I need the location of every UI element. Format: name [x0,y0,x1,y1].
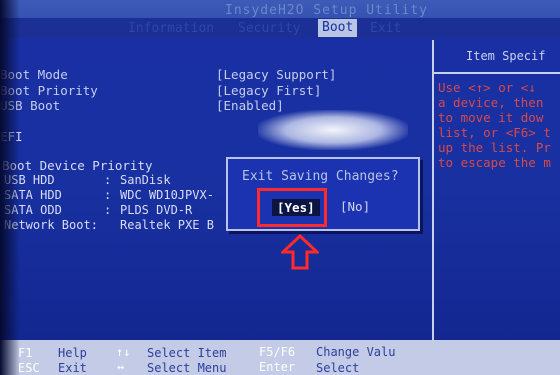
boot-priority-label: Boot Priority [0,83,98,98]
boot-priority-value[interactable]: [Legacy First] [216,83,321,98]
help-line-3: to move it dow [438,110,544,125]
key-esc-desc: Exit [58,361,87,375]
dialog-title: Exit Saving Changes? [242,169,399,184]
tab-information[interactable]: Information [128,21,214,36]
no-button[interactable]: [No] [340,199,370,214]
help-line-4: list, or <F6> t [438,125,551,140]
device-usb-hdd-value[interactable]: SanDisk [120,173,171,187]
help-line-2: a device, then [438,95,544,110]
key-enter: Enter [259,360,296,374]
device-sata-odd-value[interactable]: PLDS DVD-R [120,203,192,217]
tab-exit[interactable]: Exit [370,21,401,36]
key-esc: ESC [18,361,40,375]
key-f5-f6-desc: Change Valu [316,345,396,359]
device-sata-hdd-value[interactable]: WDC WD10JPVX- [120,188,214,202]
usb-boot-label: USB Boot [0,98,61,113]
annotation-arrow-up-icon [281,234,319,270]
item-help-panel: Item Specif Use <↑> or <↓ a device, then… [434,40,560,340]
bios-screen: InsydeH2O Setup Utility Information Secu… [0,0,560,375]
tab-security[interactable]: Security [238,21,301,36]
device-network-boot-value[interactable]: Realtek PXE B [120,218,214,232]
annotation-highlight-box [257,188,327,227]
device-sata-odd-sep: : [104,203,112,217]
help-line-6: to escape the m [438,155,551,170]
key-up-down-desc: Select Item [147,346,227,360]
efi-section-label: EFI [0,129,23,144]
key-f5-f6: F5/F6 [259,345,296,359]
usb-boot-value[interactable]: [Enabled] [216,98,284,113]
device-usb-hdd-name[interactable]: USB HDD [4,173,55,187]
boot-device-priority-heading: Boot Device Priority [2,158,153,173]
device-network-boot-name[interactable]: Network Boot: [4,218,98,232]
key-legend-bar: F1 Help ↑↓ Select Item F5/F6 Change Valu… [0,340,560,375]
device-sata-odd-name[interactable]: SATA ODD [4,203,62,217]
help-line-1: Use <↑> or <↓ [438,80,536,95]
device-sata-hdd-sep: : [104,188,112,202]
bios-title: InsydeH2O Setup Utility [225,3,429,18]
key-enter-desc: Select [316,361,360,375]
item-help-header: Item Specif [434,40,560,74]
key-left-right-desc: Select Menu [147,361,227,375]
boot-mode-label: Boot Mode [0,67,68,82]
boot-mode-value[interactable]: [Legacy Support] [216,67,336,82]
key-left-right: ↔ [117,360,125,374]
tab-boot[interactable]: Boot [318,19,358,37]
help-line-5: up the list. Pr [438,140,551,155]
key-up-down: ↑↓ [116,345,131,359]
device-usb-hdd-sep: : [104,173,112,187]
key-f1: F1 [18,346,33,360]
key-f1-desc: Help [58,346,87,360]
device-sata-hdd-name[interactable]: SATA HDD [4,188,62,202]
item-help-title: Item Specif [466,49,546,63]
